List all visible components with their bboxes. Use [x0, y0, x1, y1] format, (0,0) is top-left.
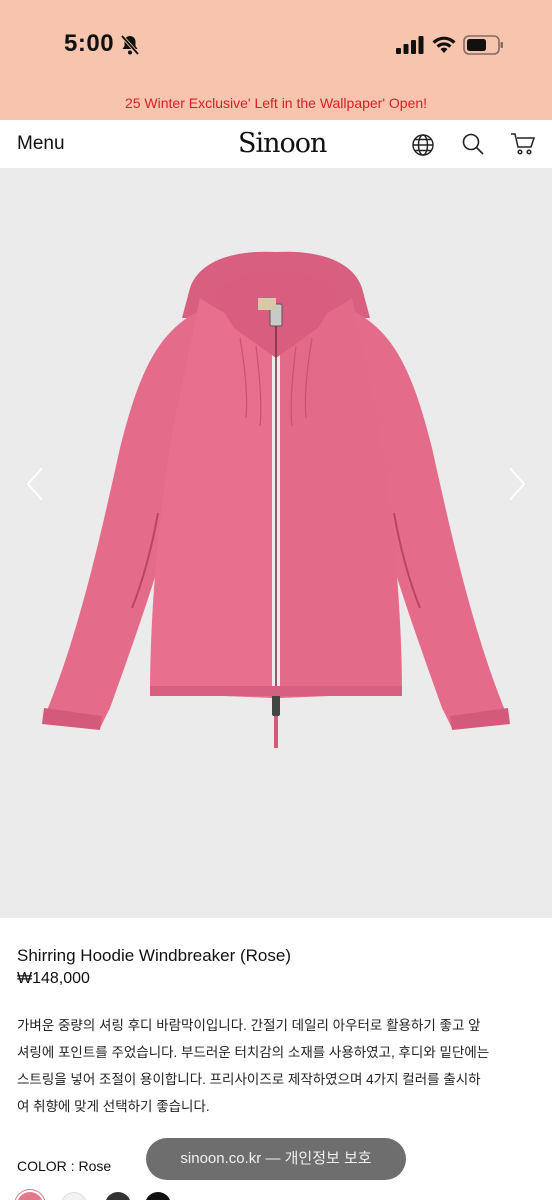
menu-button[interactable]: Menu	[17, 133, 65, 155]
battery-icon	[463, 35, 503, 55]
status-bar: 5:00	[0, 0, 552, 88]
color-label: COLOR : Rose	[17, 1158, 112, 1174]
promo-banner[interactable]: 25 Winter Exclusive' Left in the Wallpap…	[0, 88, 552, 120]
search-icon[interactable]	[461, 132, 485, 156]
bell-slash-icon	[120, 34, 140, 56]
chevron-right-icon[interactable]	[506, 464, 528, 504]
url-toast[interactable]: sinoon.co.kr — 개인정보 보호	[146, 1138, 406, 1180]
swatch-black[interactable]	[145, 1192, 171, 1200]
site-header: Menu Sinoon	[0, 120, 552, 168]
chevron-left-icon[interactable]	[24, 464, 46, 504]
status-time: 5:00	[64, 30, 115, 57]
signal-icon	[396, 36, 424, 54]
cart-icon[interactable]	[510, 132, 536, 156]
swatch-charcoal[interactable]	[105, 1192, 131, 1200]
product-price: ₩148,000	[17, 970, 90, 987]
product-gallery[interactable]	[0, 168, 552, 918]
wifi-icon	[432, 36, 456, 53]
product-name: Shirring Hoodie Windbreaker (Rose)	[17, 946, 292, 965]
swatch-white[interactable]	[61, 1192, 87, 1200]
site-logo[interactable]: Sinoon	[238, 128, 327, 159]
swatch-rose[interactable]	[17, 1192, 43, 1200]
product-image	[42, 251, 510, 748]
product-description: 가벼운 중량의 셔링 후디 바람막이입니다. 간절기 데일리 아우터로 활용하기…	[17, 1018, 490, 1114]
globe-icon[interactable]	[411, 133, 435, 157]
